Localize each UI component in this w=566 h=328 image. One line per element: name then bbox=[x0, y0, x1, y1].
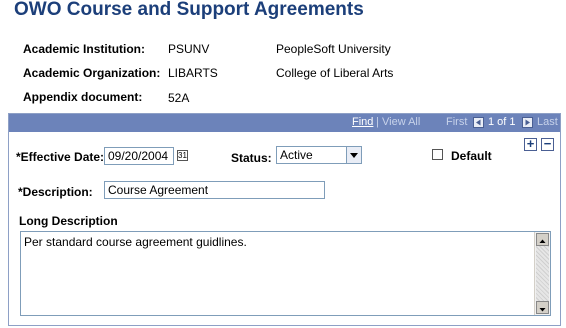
first-link[interactable]: First bbox=[446, 116, 467, 128]
academic-organization-description: College of Liberal Arts bbox=[276, 66, 394, 80]
long-description-textarea[interactable]: Per standard course agreement guidlines. bbox=[20, 231, 551, 316]
find-link[interactable]: Find bbox=[352, 116, 373, 128]
textarea-scrollbar[interactable] bbox=[534, 232, 550, 315]
nav-separator: | bbox=[376, 116, 379, 128]
calendar-icon[interactable]: 31 bbox=[177, 150, 188, 161]
effective-date-input[interactable] bbox=[104, 147, 174, 165]
arrow-down-icon[interactable] bbox=[536, 301, 549, 314]
arrow-left-icon[interactable] bbox=[473, 117, 484, 128]
academic-organization-code: LIBARTS bbox=[168, 66, 218, 80]
long-description-text: Per standard course agreement guidlines. bbox=[24, 235, 247, 249]
grid-navigation-bar: Find | View All First 1 of 1 Last bbox=[9, 114, 560, 132]
effective-date-label: *Effective Date: bbox=[16, 150, 105, 164]
status-label: Status: bbox=[231, 151, 272, 165]
minus-icon[interactable]: − bbox=[541, 137, 554, 151]
academic-institution-description: PeopleSoft University bbox=[276, 42, 391, 56]
academic-organization-label: Academic Organization: bbox=[23, 66, 161, 80]
last-link[interactable]: Last bbox=[537, 116, 558, 128]
status-selected-value: Active bbox=[280, 148, 313, 162]
agreement-grid-panel: Find | View All First 1 of 1 Last *Effec… bbox=[8, 113, 561, 326]
view-all-link[interactable]: View All bbox=[382, 116, 420, 128]
appendix-document-value: 52A bbox=[168, 91, 190, 105]
scrollbar-track[interactable] bbox=[536, 246, 549, 301]
academic-institution-label: Academic Institution: bbox=[23, 42, 146, 56]
page-status: 1 of 1 bbox=[488, 116, 516, 128]
arrow-right-icon[interactable] bbox=[522, 117, 533, 128]
status-select[interactable]: Active bbox=[276, 146, 362, 164]
academic-institution-code: PSUNV bbox=[168, 42, 210, 56]
description-input[interactable] bbox=[104, 181, 325, 199]
page-title: OWO Course and Support Agreements bbox=[14, 0, 364, 20]
arrow-up-icon[interactable] bbox=[536, 233, 549, 246]
long-description-label: Long Description bbox=[19, 214, 118, 228]
default-label: Default bbox=[451, 149, 492, 163]
appendix-document-label: Appendix document: bbox=[23, 90, 143, 104]
plus-icon[interactable]: + bbox=[524, 137, 537, 151]
description-label: *Description: bbox=[18, 185, 93, 199]
chevron-down-icon[interactable] bbox=[346, 147, 361, 163]
default-checkbox[interactable] bbox=[432, 149, 443, 160]
